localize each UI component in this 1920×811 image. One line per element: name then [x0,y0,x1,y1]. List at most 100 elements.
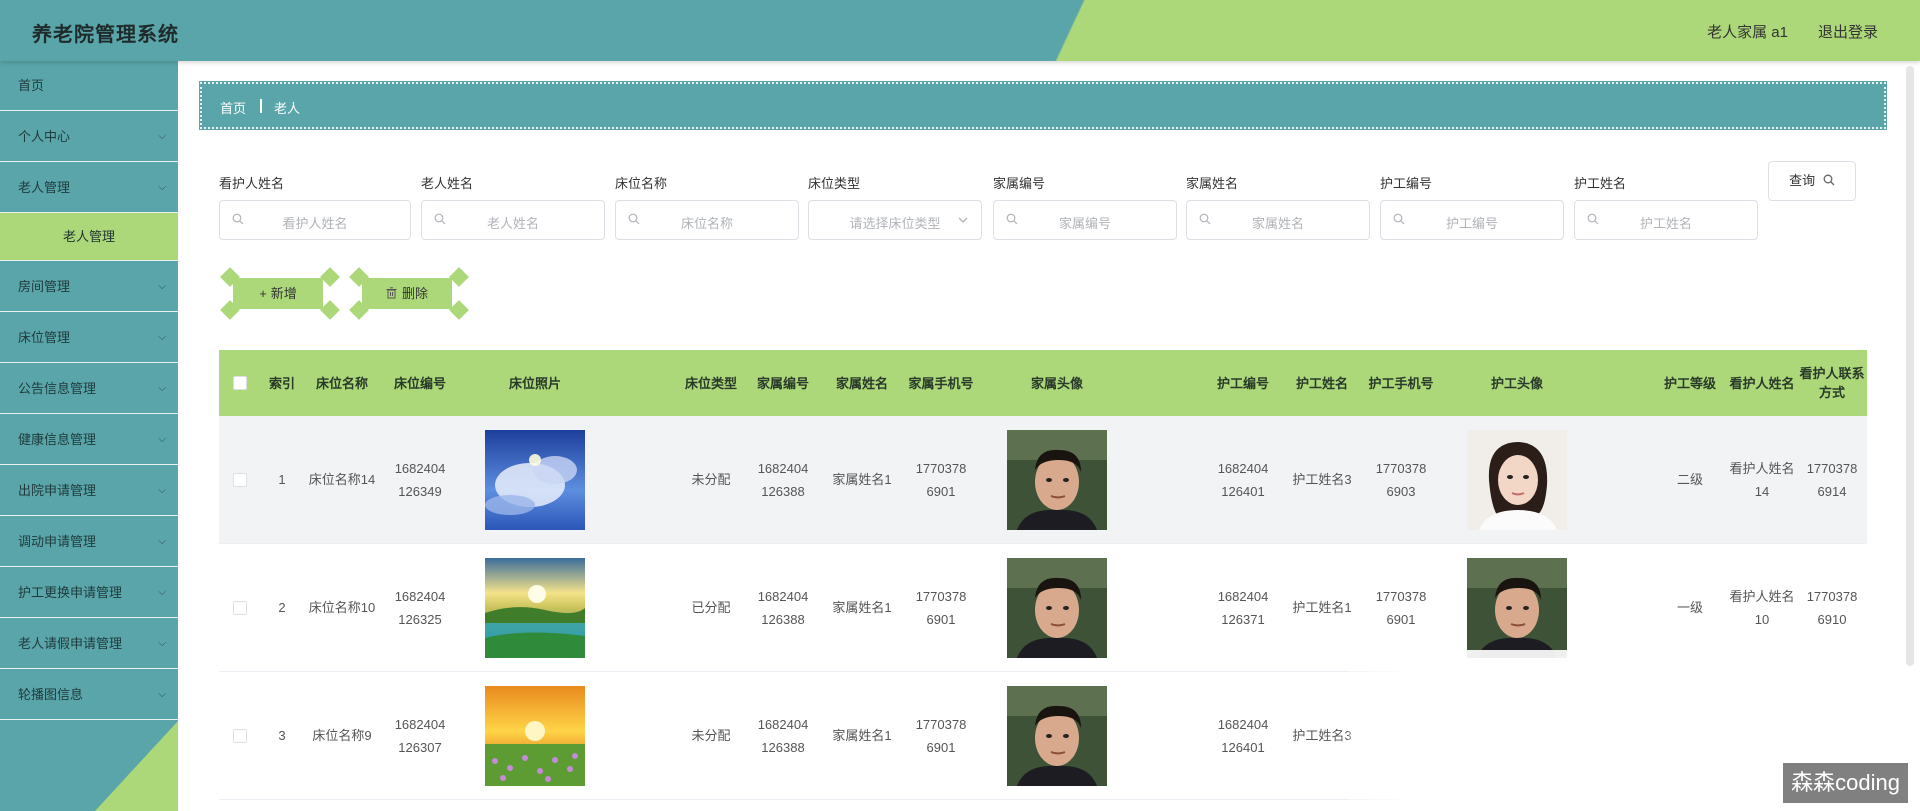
col-family-avatar-image[interactable] [981,544,1133,671]
nurse-name-label: 护工姓名 [1574,176,1627,191]
page-scrollbar[interactable] [1906,66,1914,666]
col-family-phone-cell: 1770378 6901 [915,716,967,755]
col-nurse-level-header: 护工等级 [1663,375,1716,391]
col-nurse-phone-header: 护工手机号 [1368,375,1434,391]
button-corner [320,300,340,320]
button-corner [449,267,469,287]
sidebar-item-bed[interactable]: 床位管理 ⌵ [0,312,178,363]
bed-type-label: 床位类型 [808,176,861,191]
elder-name-input[interactable]: 老人姓名 [421,200,605,240]
sidebar-item-nurse-change[interactable]: 护工更换申请管理 ⌵ [0,567,178,618]
col-family-avatar-image[interactable] [981,416,1133,543]
col-bed-type-cell: 未分配 [691,728,731,743]
col-guardian-phone-header: 看护人联系方式 [1799,366,1865,400]
sidebar-item-room[interactable]: 房间管理 ⌵ [0,261,178,312]
plus-icon: + [259,286,267,301]
placeholder-text: 床位名称 [680,216,733,231]
sidebar-item-transfer[interactable]: 调动申请管理 ⌵ [0,516,178,567]
sidebar-item-label: 调动申请管理 [18,534,97,549]
delete-button[interactable]: 删除 [348,266,469,321]
sidebar-item-label: 轮播图信息 [18,687,84,702]
family-name-input[interactable]: 家属姓名 [1186,200,1370,240]
family-no-input[interactable]: 家属编号 [993,200,1177,240]
col-nurse-no-cell: 1682404 126401 [1217,460,1269,499]
chevron-down-icon: ⌵ [158,131,166,142]
col-index-cell: 3 [278,728,286,743]
guardian-name-label: 看护人姓名 [219,176,285,191]
sidebar-subitem-elder-manage[interactable]: 老人管理 [0,213,178,261]
sidebar-item-carousel[interactable]: 轮播图信息 ⌵ [0,669,178,720]
nurse-name-input[interactable]: 护工姓名 [1574,200,1758,240]
sidebar-item-elder[interactable]: 老人管理 ⌵ [0,162,178,213]
sidebar-item-label: 护工更换申请管理 [18,585,123,600]
col-nurse-avatar-image[interactable] [1441,416,1593,543]
breadcrumb-separator [260,99,262,113]
col-family-name-cell: 家属姓名1 [832,472,892,487]
chevron-down-icon: ⌵ [158,332,166,343]
col-guardian-name-cell: 看护人姓名14 [1729,460,1795,499]
sidebar-item-leave[interactable]: 老人请假申请管理 ⌵ [0,618,178,669]
col-bed-name-header: 床位名称 [315,375,368,391]
bed-name-input[interactable]: 床位名称 [615,200,799,240]
col-nurse-name-cell: 护工姓名3 [1292,472,1352,487]
col-bed-photo-image[interactable] [459,544,611,671]
table-row[interactable]: 1 床位名称14 1682404 126349 未分配 1682404 126388 家属姓名… [219,416,1867,544]
checkbox[interactable] [233,600,247,615]
nurse-no-input[interactable]: 护工编号 [1380,200,1564,240]
placeholder-text: 请选择床位类型 [849,216,941,231]
col-family-avatar-image[interactable] [981,672,1133,799]
guardian-name-input[interactable]: 看护人姓名 [219,200,411,240]
chevron-down-icon: ⌵ [158,689,166,700]
placeholder-text: 家属编号 [1058,216,1111,231]
nurse-no-label: 护工编号 [1380,176,1433,191]
breadcrumb-home[interactable]: 首页 [220,98,246,117]
chevron-down-icon: ⌵ [158,587,166,598]
sidebar-item-label: 健康信息管理 [18,432,97,447]
app-title: 养老院管理系统 [32,24,179,46]
col-family-name-cell: 家属姓名1 [832,600,892,615]
chevron-down-icon: ⌵ [158,383,166,394]
add-button[interactable]: + 新增 [219,266,340,321]
col-family-no-cell: 1682404 126388 [757,588,809,627]
sidebar-item-profile[interactable]: 个人中心 ⌵ [0,111,178,162]
bed-type-select[interactable]: 请选择床位类型 [808,200,982,240]
chevron-down-icon: ⌵ [158,281,166,292]
sidebar-item-label: 首页 [18,78,45,93]
col-family-name-cell: 家属姓名1 [832,728,892,743]
checkbox[interactable] [233,472,247,487]
col-bed-photo-image[interactable] [459,672,611,799]
sidebar-item-discharge[interactable]: 出院申请管理 ⌵ [0,465,178,516]
row-checkbox[interactable] [219,416,261,543]
sidebar-item-health[interactable]: 健康信息管理 ⌵ [0,414,178,465]
col-nurse-no-header: 护工编号 [1216,375,1269,391]
row-checkbox[interactable] [219,672,261,799]
query-button[interactable]: 查询 [1768,161,1856,201]
placeholder-text: 家属姓名 [1251,216,1304,231]
breadcrumb-current: 老人 [274,101,301,116]
col-nurse-name-header: 护工姓名 [1295,375,1348,391]
col-bed-photo-image[interactable] [459,416,611,543]
sidebar-item-notice[interactable]: 公告信息管理 ⌵ [0,363,178,414]
col-nurse-no-cell: 1682404 126371 [1217,588,1269,627]
sidebar-item-label: 老人请假申请管理 [18,636,123,651]
chevron-down-icon: ⌵ [158,536,166,547]
row-checkbox[interactable] [219,544,261,671]
sidebar-item-home[interactable]: 首页 [0,61,178,111]
current-user[interactable]: 老人家属 a1 [1707,21,1788,42]
col-family-no-header: 家属编号 [756,375,809,391]
checkbox[interactable] [233,376,247,390]
button-corner [320,267,340,287]
query-button-label: 查询 [1789,173,1816,188]
col-bed-name-cell: 床位名称14 [308,472,376,487]
table-header: 索引 床位名称 床位编号 床位照片 床位类型 家属编号 家属姓名 家属手机号 家属头像 护工编号 护… [219,350,1867,416]
col-bed-name-cell: 床位名称10 [308,600,376,615]
col-bed-no-header: 床位编号 [393,375,446,391]
chevron-down-icon: ⌵ [158,485,166,496]
sidebar-item-label: 床位管理 [18,330,71,345]
logout-link[interactable]: 退出登录 [1818,21,1878,42]
checkbox[interactable] [233,728,247,743]
sidebar-item-label: 个人中心 [18,129,71,144]
watermark: 森森coding [1783,763,1908,803]
placeholder-text: 看护人姓名 [282,216,348,231]
select-all-checkbox[interactable] [219,350,261,416]
